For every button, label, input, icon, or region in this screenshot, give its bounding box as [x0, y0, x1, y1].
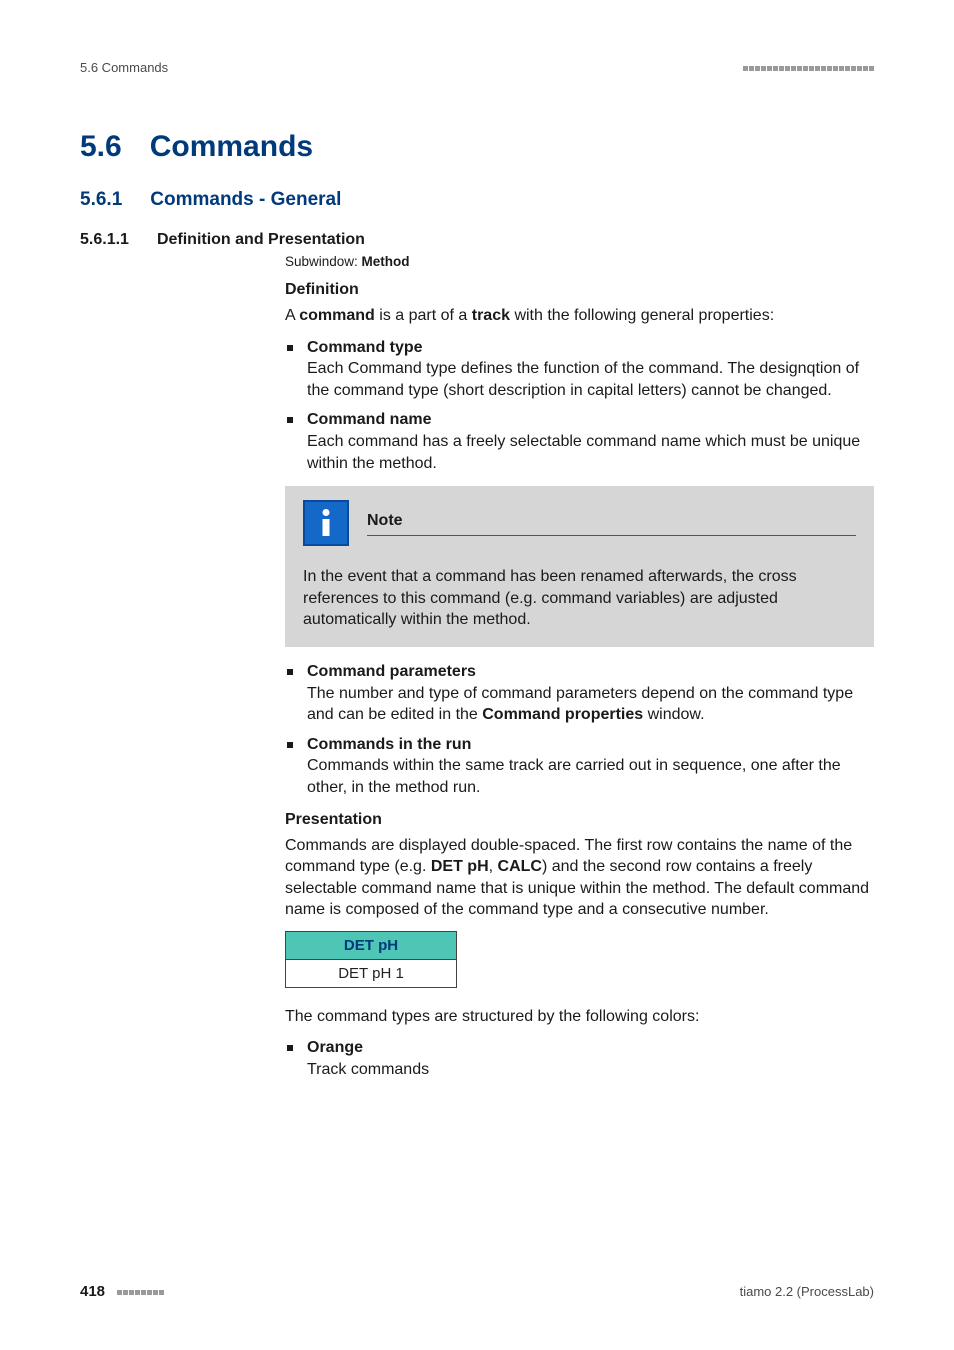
- content-body: Subwindow: Method Definition A command i…: [285, 254, 874, 1081]
- subwindow-line: Subwindow: Method: [285, 254, 874, 269]
- runhead-left: 5.6 Commands: [80, 60, 168, 75]
- colors-list: Orange Track commands: [285, 1037, 874, 1080]
- section-heading: 5.6.1 Commands - General: [80, 189, 874, 211]
- command-name-row: DET pH 1: [286, 960, 456, 987]
- page-footer: 418 tiamo 2.2 (ProcessLab): [80, 1283, 874, 1300]
- page-number: 418: [80, 1283, 105, 1300]
- subsection-number: 5.6.1.1: [80, 231, 129, 249]
- definition-heading: Definition: [285, 281, 874, 299]
- note-box: Note In the event that a command has bee…: [285, 486, 874, 647]
- section-title: Commands - General: [150, 189, 341, 211]
- running-header: 5.6 Commands: [80, 60, 874, 75]
- note-body: In the event that a command has been ren…: [303, 566, 856, 631]
- subwindow-prefix: Subwindow:: [285, 254, 362, 269]
- prop-body: Each command has a freely selectable com…: [307, 433, 860, 472]
- list-item-commands-in-run: Commands in the run Commands within the …: [285, 734, 874, 799]
- chapter-number: 5.6: [80, 130, 122, 164]
- definition-intro: A command is a part of a track with the …: [285, 305, 874, 327]
- runhead-marks: [742, 60, 874, 75]
- prop-title: Commands in the run: [307, 736, 471, 753]
- prop-title: Command name: [307, 411, 431, 428]
- prop-body: The number and type of command parameter…: [307, 685, 853, 724]
- definition-list-bottom: Command parameters The number and type o…: [285, 661, 874, 799]
- info-icon: [303, 500, 349, 546]
- prop-title: Command parameters: [307, 663, 476, 680]
- prop-title: Command type: [307, 339, 423, 356]
- subsection-title: Definition and Presentation: [157, 231, 365, 249]
- subwindow-name: Method: [362, 254, 410, 269]
- note-head: Note: [303, 500, 856, 546]
- prop-body: Track commands: [307, 1061, 429, 1078]
- list-item-orange: Orange Track commands: [285, 1037, 874, 1080]
- footer-left: 418: [80, 1283, 164, 1300]
- command-type-row: DET pH: [286, 932, 456, 960]
- prop-body: Each Command type defines the function o…: [307, 360, 859, 399]
- definition-list-top: Command type Each Command type defines t…: [285, 337, 874, 475]
- presentation-paragraph: Commands are displayed double-spaced. Th…: [285, 835, 874, 921]
- prop-title: Orange: [307, 1039, 363, 1056]
- list-item-command-parameters: Command parameters The number and type o…: [285, 661, 874, 726]
- page: 5.6 Commands 5.6 Commands 5.6.1 Commands…: [0, 0, 954, 1350]
- prop-body: Commands within the same track are carri…: [307, 757, 841, 796]
- section-number: 5.6.1: [80, 189, 122, 211]
- chapter-title: Commands: [150, 130, 313, 164]
- colors-intro: The command types are structured by the …: [285, 1006, 874, 1028]
- command-block-example: DET pH DET pH 1: [285, 931, 457, 988]
- list-item-command-name: Command name Each command has a freely s…: [285, 409, 874, 474]
- subsection-heading: 5.6.1.1 Definition and Presentation: [80, 231, 874, 249]
- note-label: Note: [367, 510, 856, 536]
- list-item-command-type: Command type Each Command type defines t…: [285, 337, 874, 402]
- chapter-heading: 5.6 Commands: [80, 130, 874, 164]
- footer-product: tiamo 2.2 (ProcessLab): [740, 1284, 874, 1299]
- presentation-heading: Presentation: [285, 811, 874, 829]
